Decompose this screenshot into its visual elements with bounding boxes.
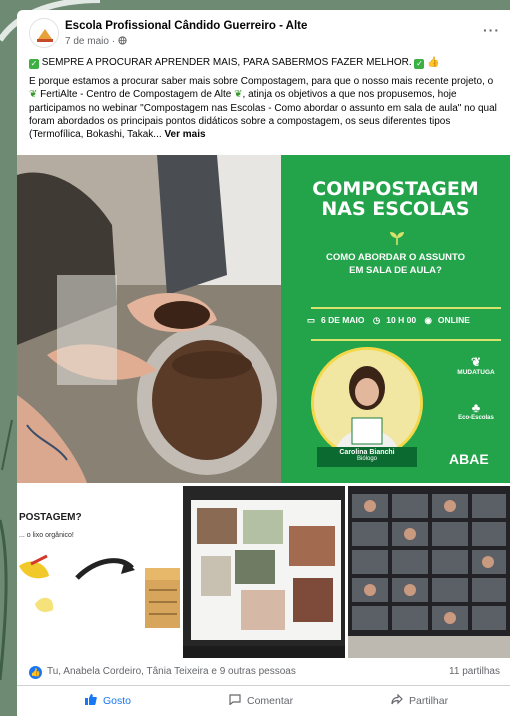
post-meta: 7 de maio ·	[65, 36, 127, 47]
like-button[interactable]: Gosto	[85, 694, 131, 708]
banner-divider	[311, 339, 501, 341]
share-arrow-icon	[391, 693, 403, 708]
speaker-photo	[311, 347, 423, 459]
comment-button[interactable]: Comentar	[229, 694, 293, 708]
share-button[interactable]: Partilhar	[391, 693, 448, 708]
mudatuga-logo: ❦ MUDATUGA	[457, 355, 495, 376]
speech-bubble-icon	[229, 694, 241, 708]
banner-divider	[311, 307, 501, 309]
banner-subtitle: COMO ABORDAR O ASSUNTO EM SALA DE AULA?	[326, 252, 465, 276]
post-header: Escola Profissional Cândido Guerreiro - …	[17, 10, 510, 54]
check-icon: ✓	[29, 59, 39, 69]
banner-title: COMPOSTAGEM NAS ESCOLAS	[312, 178, 479, 220]
speaker-nameplate: Carolina Bianchi Biólogo	[317, 447, 417, 467]
compost-photo	[17, 155, 281, 483]
shares-count-link[interactable]: 11 partilhas	[449, 666, 500, 677]
like-reaction-icon: 👍	[29, 666, 42, 679]
webinar-banner: COMPOSTAGEM NAS ESCOLAS COMO ABORDAR O A…	[281, 155, 510, 483]
check-icon: ✓	[414, 59, 425, 69]
calendar-icon: ▭	[307, 315, 316, 325]
post-actions: Gosto Comentar Partilhar	[17, 686, 510, 716]
thumbnail-2[interactable]	[183, 486, 345, 658]
thumbs-up-icon	[85, 694, 97, 708]
see-more-link[interactable]: Ver mais	[164, 129, 205, 140]
page-avatar[interactable]	[29, 18, 59, 48]
post-date-link[interactable]: 7 de maio	[65, 36, 109, 47]
clock-icon: ◷	[372, 315, 381, 325]
photo-thumbnails: POSTAGEM? ... o lixo orgânico!	[17, 486, 510, 658]
thumbnail-3[interactable]	[348, 486, 510, 658]
ellipsis-icon[interactable]: ···	[483, 22, 500, 38]
thumbnail-1[interactable]: POSTAGEM? ... o lixo orgânico!	[17, 486, 180, 658]
sprout-emoji-icon: ❦	[234, 89, 243, 101]
facebook-post-card: Escola Profissional Cândido Guerreiro - …	[17, 10, 510, 716]
post-text: ✓ SEMPRE A PROCURAR APRENDER MAIS, PARA …	[29, 56, 499, 141]
globe-icon	[118, 36, 127, 47]
sprout-icon	[389, 231, 405, 250]
thumbs-up-emoji-icon: 👍	[427, 57, 440, 68]
banner-event-info: ▭ 6 DE MAIO ◷ 10 H 00 ◉ ONLINE	[307, 315, 470, 325]
location-pin-icon: ◉	[424, 315, 432, 325]
reaction-stats: 👍 Tu, Anabela Cordeiro, Tânia Teixeira e…	[17, 656, 510, 686]
page-name-link[interactable]: Escola Profissional Cândido Guerreiro - …	[65, 20, 307, 32]
eco-escolas-logo: ♣ Eco-Escolas	[458, 400, 494, 421]
abae-logo: ABAE	[449, 451, 489, 467]
post-headline: ✓ SEMPRE A PROCURAR APRENDER MAIS, PARA …	[29, 57, 440, 69]
main-post-image[interactable]: COMPOSTAGEM NAS ESCOLAS COMO ABORDAR O A…	[17, 155, 510, 483]
reactors-link[interactable]: Tu, Anabela Cordeiro, Tânia Teixeira e 9…	[47, 666, 296, 677]
